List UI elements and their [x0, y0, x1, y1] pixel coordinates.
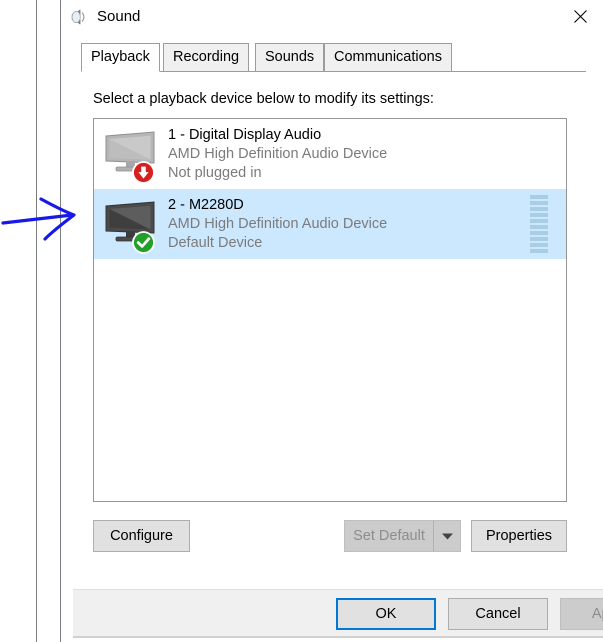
configure-button[interactable]: Configure — [93, 520, 190, 552]
device-info: 2 - M2280D AMD High Definition Audio Dev… — [168, 196, 530, 253]
meter-segment — [530, 195, 548, 199]
properties-button[interactable]: Properties — [471, 520, 567, 552]
meter-segment — [530, 231, 548, 235]
meter-segment — [530, 249, 548, 253]
red-down-arrow-badge — [131, 156, 156, 184]
meter-segment — [530, 237, 548, 241]
background-window-edge-left — [36, 0, 37, 642]
cancel-button[interactable]: Cancel — [448, 598, 548, 630]
device-status: Not plugged in — [168, 164, 262, 181]
meter-segment — [530, 219, 548, 223]
speaker-icon — [69, 7, 89, 27]
device-description: AMD High Definition Audio Device — [168, 215, 388, 232]
sound-dialog: Sound Playback Recording Sounds Communic… — [60, 0, 603, 642]
title-bar: Sound — [61, 0, 603, 36]
chevron-down-icon[interactable] — [433, 521, 460, 551]
window-title: Sound — [97, 8, 141, 25]
meter-segment — [530, 225, 548, 229]
tab-strip: Playback Recording Sounds Communications — [61, 36, 603, 72]
monitor-icon-grey — [102, 126, 164, 184]
tab-playback[interactable]: Playback — [81, 43, 160, 72]
device-name: 1 - Digital Display Audio — [168, 126, 322, 143]
close-icon[interactable] — [557, 0, 603, 32]
device-list-item-selected[interactable]: 2 - M2280D AMD High Definition Audio Dev… — [94, 189, 566, 259]
dialog-footer: OK Cancel Apply — [73, 589, 603, 637]
device-name: 2 - M2280D — [168, 196, 244, 213]
device-status: Default Device — [168, 234, 263, 251]
set-default-button: Set Default — [353, 528, 425, 544]
tab-communications[interactable]: Communications — [324, 43, 452, 72]
device-description: AMD High Definition Audio Device — [168, 145, 388, 162]
green-check-badge — [131, 226, 156, 254]
tab-sounds[interactable]: Sounds — [255, 43, 325, 72]
playback-device-list[interactable]: 1 - Digital Display Audio AMD High Defin… — [93, 118, 567, 502]
dialog-body: Select a playback device below to modify… — [61, 72, 603, 642]
meter-segment — [530, 201, 548, 205]
set-default-split-button[interactable]: Set Default — [344, 520, 461, 552]
apply-button: Apply — [560, 598, 603, 630]
monitor-icon-dark — [102, 196, 164, 254]
meter-segment — [530, 213, 548, 217]
footer-shadow — [73, 636, 603, 638]
device-info: 1 - Digital Display Audio AMD High Defin… — [168, 126, 566, 183]
meter-segment — [530, 243, 548, 247]
tab-recording[interactable]: Recording — [163, 43, 250, 72]
device-action-buttons: Configure Set Default Properties — [93, 520, 567, 552]
instruction-text: Select a playback device below to modify… — [93, 91, 434, 107]
ok-button[interactable]: OK — [336, 598, 436, 630]
volume-level-meter — [530, 195, 548, 253]
meter-segment — [530, 207, 548, 211]
device-list-item[interactable]: 1 - Digital Display Audio AMD High Defin… — [94, 119, 566, 189]
